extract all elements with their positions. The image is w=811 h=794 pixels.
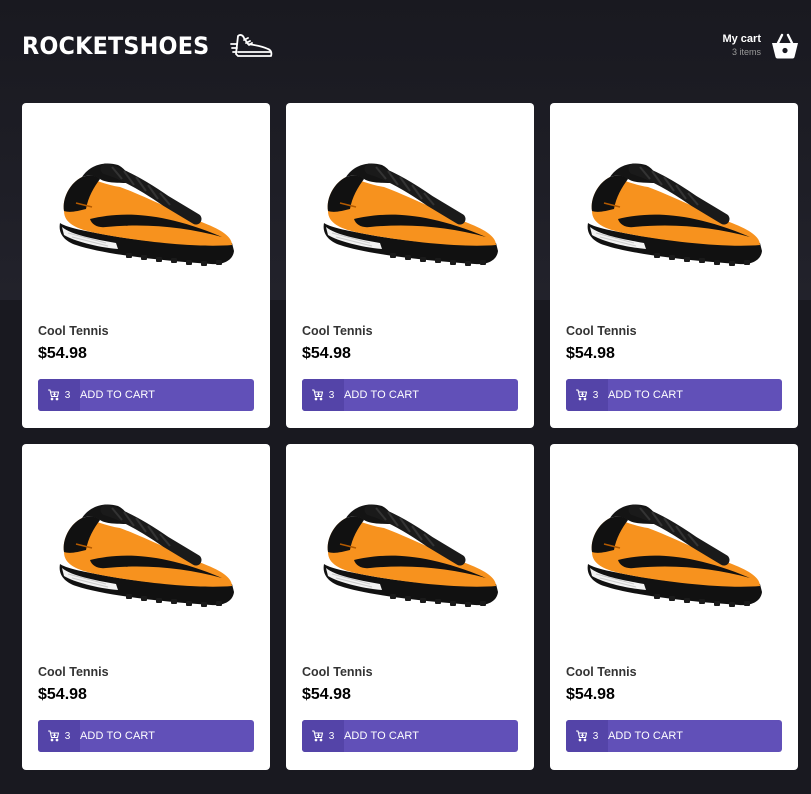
product-name: Cool Tennis [566, 324, 637, 338]
product-card: Cool Tennis $54.98 3 ADD TO CART [286, 444, 534, 770]
page: ROCKETSHOES My cart 3 items Cool Tennis … [0, 0, 811, 794]
cart-quantity: 3 [302, 720, 344, 752]
add-to-cart-label: ADD TO CART [344, 730, 420, 742]
product-price: $54.98 [566, 686, 615, 703]
cart-quantity-value: 3 [592, 389, 599, 401]
cart-quantity-value: 3 [328, 730, 335, 742]
product-image [59, 163, 234, 266]
product-name: Cool Tennis [38, 324, 109, 338]
cart-quantity: 3 [566, 720, 608, 752]
add-shopping-cart-icon [575, 389, 587, 401]
product-card: Cool Tennis $54.98 3 ADD TO CART [550, 444, 798, 770]
add-to-cart-button[interactable]: 3 ADD TO CART [302, 720, 518, 752]
product-image [323, 504, 498, 607]
product-list: Cool Tennis $54.98 3 ADD TO CART Cool Te… [22, 103, 798, 770]
logo-link[interactable]: ROCKETSHOES [22, 30, 274, 62]
brand-name: ROCKETSHOES [22, 32, 210, 60]
product-price: $54.98 [302, 345, 351, 362]
add-to-cart-label: ADD TO CART [80, 730, 156, 742]
product-price: $54.98 [566, 345, 615, 362]
product-name: Cool Tennis [302, 324, 373, 338]
add-shopping-cart-icon [311, 730, 323, 742]
add-shopping-cart-icon [47, 389, 59, 401]
add-to-cart-label: ADD TO CART [608, 730, 684, 742]
product-name: Cool Tennis [302, 665, 373, 679]
product-name: Cool Tennis [566, 665, 637, 679]
product-price: $54.98 [38, 686, 87, 703]
cart-quantity-value: 3 [64, 730, 71, 742]
product-card: Cool Tennis $54.98 3 ADD TO CART [286, 103, 534, 428]
cart-quantity-value: 3 [64, 389, 71, 401]
basket-icon [772, 33, 798, 58]
cart-quantity-value: 3 [328, 389, 335, 401]
product-name: Cool Tennis [38, 665, 109, 679]
cart-quantity: 3 [38, 379, 80, 411]
cart-quantity: 3 [38, 720, 80, 752]
cart-quantity: 3 [302, 379, 344, 411]
sneaker-icon [229, 34, 272, 57]
product-image [587, 504, 762, 607]
product-image [587, 163, 762, 266]
product-image [59, 504, 234, 607]
product-price: $54.98 [302, 686, 351, 703]
add-to-cart-label: ADD TO CART [344, 389, 420, 401]
product-card: Cool Tennis $54.98 3 ADD TO CART [550, 103, 798, 428]
product-price: $54.98 [38, 345, 87, 362]
product-image [323, 163, 498, 266]
add-shopping-cart-icon [47, 730, 59, 742]
add-to-cart-button[interactable]: 3 ADD TO CART [566, 720, 782, 752]
cart-link[interactable]: My cart 3 items [722, 32, 799, 59]
add-to-cart-button[interactable]: 3 ADD TO CART [38, 720, 254, 752]
add-to-cart-label: ADD TO CART [80, 389, 156, 401]
add-to-cart-button[interactable]: 3 ADD TO CART [566, 379, 782, 411]
product-card: Cool Tennis $54.98 3 ADD TO CART [22, 103, 270, 428]
add-to-cart-button[interactable]: 3 ADD TO CART [38, 379, 254, 411]
cart-quantity-value: 3 [592, 730, 599, 742]
cart-summary: My cart 3 items [722, 32, 761, 59]
product-card: Cool Tennis $54.98 3 ADD TO CART [22, 444, 270, 770]
add-shopping-cart-icon [575, 730, 587, 742]
cart-quantity: 3 [566, 379, 608, 411]
cart-title: My cart [722, 33, 761, 45]
cart-item-count: 3 items [731, 47, 761, 57]
add-to-cart-button[interactable]: 3 ADD TO CART [302, 379, 518, 411]
add-to-cart-label: ADD TO CART [608, 389, 684, 401]
add-shopping-cart-icon [311, 389, 323, 401]
site-header: ROCKETSHOES My cart 3 items [0, 0, 811, 100]
